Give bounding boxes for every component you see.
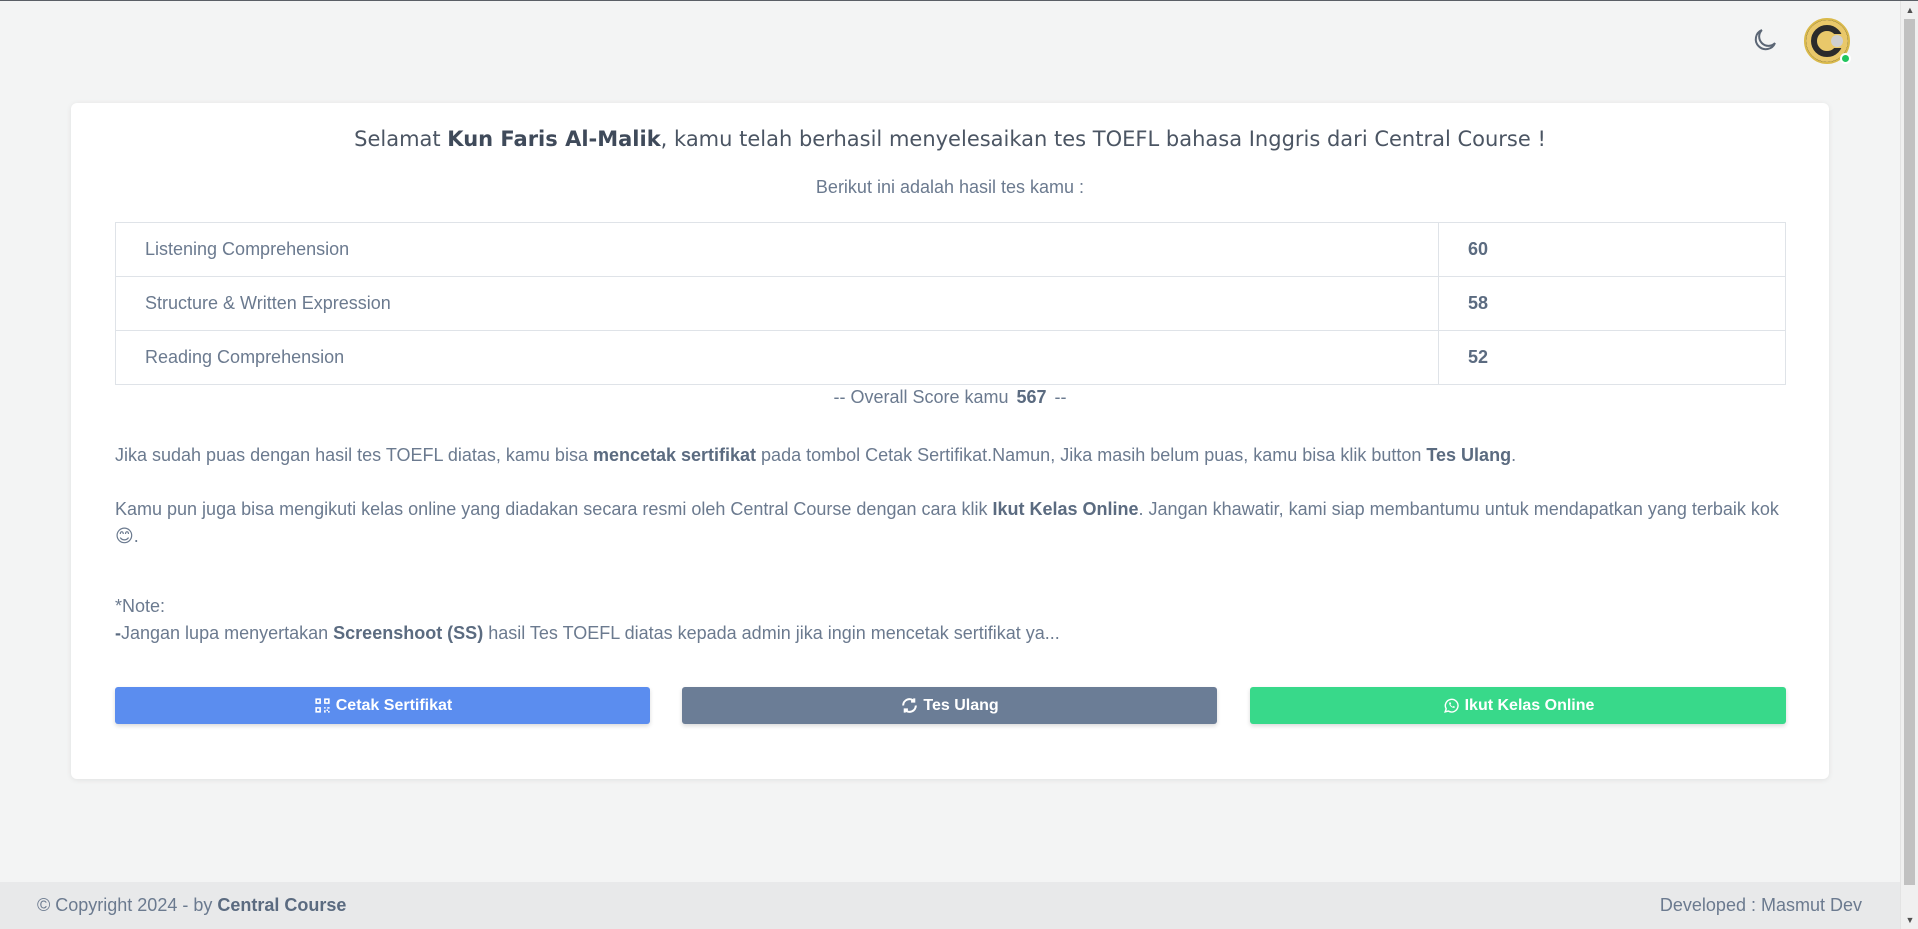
text: . Jangan khawatir, kami siap membantumu … [1138, 499, 1779, 519]
emphasis: Screenshoot (SS) [333, 623, 484, 643]
join-online-class-label: Ikut Kelas Online [1464, 696, 1595, 714]
section-name: Structure & Written Expression [115, 276, 1439, 331]
section-name: Reading Comprehension [115, 330, 1439, 385]
section-score: 52 [1438, 330, 1786, 385]
user-name: Kun Faris Al-Malik [447, 127, 661, 151]
text: pada tombol Cetak Sertifikat.Namun, Jika… [756, 445, 1427, 465]
smile-emoji-icon: 😊 [115, 526, 134, 546]
overall-value: 567 [1016, 387, 1047, 407]
section-score: 60 [1438, 222, 1786, 277]
online-status-dot [1840, 53, 1851, 64]
note-text: -Jangan lupa menyertakan Screenshoot (SS… [115, 620, 1795, 647]
note-title: *Note: [115, 596, 166, 616]
table-row: Structure & Written Expression 58 [115, 276, 1786, 331]
note: *Note: -Jangan lupa menyertakan Screensh… [115, 593, 1795, 647]
retest-button[interactable]: Tes Ulang [682, 687, 1217, 724]
scroll-down-arrow-icon[interactable]: ▼ [1901, 911, 1918, 929]
print-certificate-button[interactable]: Cetak Sertifikat [115, 687, 650, 724]
page-title: Selamat Kun Faris Al-Malik, kamu telah b… [71, 127, 1829, 151]
footer: © Copyright 2024 - by Central Course Dev… [0, 882, 1900, 929]
whatsapp-icon [1443, 698, 1459, 713]
overall-suffix: -- [1054, 387, 1067, 407]
emphasis: mencetak sertifikat [592, 445, 757, 465]
overall-label: -- Overall Score kamu [833, 387, 1009, 407]
copyright: © Copyright 2024 - by Central Course [37, 895, 346, 916]
brand-name: Central Course [217, 895, 347, 915]
subheading: Berikut ini adalah hasil tes kamu : [815, 177, 1085, 197]
retest-label: Tes Ulang [923, 696, 999, 714]
info-paragraph-2: Kamu pun juga bisa mengikuti kelas onlin… [115, 496, 1795, 550]
qr-code-icon [315, 698, 330, 713]
join-online-class-button[interactable]: Ikut Kelas Online [1250, 687, 1786, 724]
section-name: Listening Comprehension [115, 222, 1439, 277]
scroll-thumb[interactable] [1904, 19, 1915, 885]
vertical-scrollbar[interactable]: ▲ ▼ [1900, 1, 1918, 929]
table-row: Reading Comprehension 52 [115, 330, 1786, 385]
score-table: Listening Comprehension 60 Structure & Wri… [115, 222, 1786, 385]
section-score: 58 [1438, 276, 1786, 331]
scroll-up-arrow-icon[interactable]: ▲ [1901, 1, 1918, 19]
emphasis: Tes Ulang [1426, 445, 1512, 465]
info-paragraph-1: Jika sudah puas dengan hasil tes TOEFL d… [115, 442, 1795, 469]
emphasis: Ikut Kelas Online [992, 499, 1139, 519]
headline-prefix: Selamat [354, 127, 448, 151]
text: hasil Tes TOEFL diatas kepada admin jika… [483, 623, 1060, 643]
developer-credit: Developed : Masmut Dev [1659, 895, 1862, 915]
text: . [1511, 445, 1517, 465]
headline-suffix: , kamu telah berhasil menyelesaikan tes … [660, 127, 1546, 151]
text: Jangan lupa menyertakan [121, 623, 334, 643]
moon-icon[interactable] [1750, 25, 1780, 55]
refresh-icon [902, 698, 918, 713]
print-certificate-label: Cetak Sertifikat [335, 696, 453, 714]
text: . [133, 526, 139, 546]
table-row: Listening Comprehension 60 [115, 222, 1786, 277]
text: Jika sudah puas dengan hasil tes TOEFL d… [115, 445, 593, 465]
result-card: Selamat Kun Faris Al-Malik, kamu telah b… [71, 103, 1829, 779]
text: Kamu pun juga bisa mengikuti kelas onlin… [115, 499, 993, 519]
overall-score: -- Overall Score kamu 567 -- [71, 387, 1829, 408]
copyright-text: © Copyright 2024 - by [37, 895, 218, 915]
top-bar [0, 1, 1900, 81]
